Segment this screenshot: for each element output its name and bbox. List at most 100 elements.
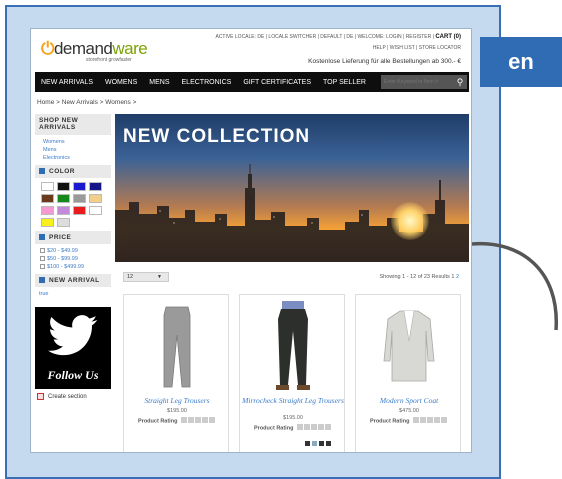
product-card[interactable]: Mirrocheck Straight Leg Trousers $195.00… [239, 294, 346, 452]
star-icon [187, 417, 194, 423]
color-swatch[interactable] [73, 194, 86, 203]
hero-banner[interactable]: NEW COLLECTION [115, 114, 469, 262]
checkbox[interactable] [40, 248, 45, 254]
page-1[interactable]: 1 [451, 274, 454, 280]
shipping-note: Kostenlose Lieferung für alle Bestellung… [308, 58, 461, 65]
create-section-label: Create section [48, 393, 87, 400]
star-icon [208, 417, 215, 423]
star-icon [440, 417, 447, 423]
tagline: storefront growfaster [86, 57, 132, 63]
logo-prefix: demand [53, 39, 113, 58]
nav-new-arrivals[interactable]: NEW ARRIVALS [35, 79, 99, 86]
color-swatch[interactable] [57, 182, 70, 191]
price-heading[interactable]: PRICE [35, 231, 111, 244]
grey-trousers-image [163, 306, 191, 388]
language-badge[interactable]: en [480, 37, 562, 87]
nav-gift-certificates[interactable]: GIFT CERTIFICATES [237, 79, 317, 86]
utility-links[interactable]: ACTIVE LOCALE: DE | LOCALE SWITCHER | DE… [215, 34, 461, 40]
page-2-link[interactable]: 2 [456, 274, 459, 280]
color-swatch[interactable] [57, 206, 70, 215]
rating-stars [180, 417, 216, 425]
product-name[interactable]: Modern Sport Coat [356, 397, 462, 405]
sidebar-link-mens[interactable]: Mens [35, 146, 111, 154]
search-input[interactable] [381, 75, 453, 89]
star-icon [180, 417, 187, 423]
product-swatch-dots [305, 441, 331, 446]
items-per-page-value: 12 [127, 274, 134, 280]
rating-stars [296, 424, 332, 432]
new-arrival-heading-label: NEW ARRIVAL [49, 277, 100, 284]
brand-logo[interactable]: ⏻demandware [41, 39, 148, 59]
sunset-glow [391, 202, 429, 240]
color-heading[interactable]: COLOR [35, 165, 111, 178]
collapse-icon[interactable] [39, 168, 45, 175]
shop-new-arrivals-heading: SHOP NEW ARRIVALS [35, 114, 111, 135]
swatch-dot[interactable] [305, 441, 310, 446]
cart-link[interactable]: CART (0) [435, 34, 461, 40]
color-swatch[interactable] [89, 194, 102, 203]
product-price: $195.00 [283, 415, 303, 421]
create-section-link[interactable]: Create section [35, 389, 111, 404]
main-nav: NEW ARRIVALS WOMENS MENS ELECTRONICS GIF… [35, 72, 469, 92]
items-per-page-select[interactable]: 12 ▼ [123, 272, 169, 282]
color-swatch[interactable] [41, 182, 54, 191]
twitter-bird-icon [48, 315, 98, 356]
swatch-dot[interactable] [312, 441, 317, 446]
nav-electronics[interactable]: ELECTRONICS [176, 79, 238, 86]
new-arrival-link[interactable]: true [35, 287, 111, 301]
product-name[interactable]: Mirrocheck Straight Leg Trousers [240, 397, 346, 405]
color-swatch[interactable] [41, 218, 54, 227]
search-icon[interactable]: ⚲ [453, 75, 467, 89]
logo-suffix: ware [112, 39, 148, 58]
rating-label: Product Rating [370, 418, 410, 425]
sport-coat-image [383, 310, 435, 382]
help-links[interactable]: HELP | WISH LIST | STORE LOCATOR [373, 45, 461, 51]
nav-womens[interactable]: WOMENS [99, 79, 143, 86]
color-swatches [35, 178, 111, 231]
price-filter-50-99[interactable]: $50 - $99.99 [35, 255, 111, 263]
checkbox[interactable] [40, 264, 45, 270]
star-icon [303, 424, 310, 430]
color-swatch[interactable] [57, 194, 70, 203]
twitter-banner[interactable]: Follow Us [35, 307, 111, 389]
sidebar-link-womens[interactable]: Womens [35, 138, 111, 146]
rating-label: Product Rating [138, 418, 178, 425]
results-summary: Showing 1 - 12 of 23 Results 1 2 [379, 274, 459, 280]
star-icon [317, 424, 324, 430]
breadcrumb[interactable]: Home > New Arrivals > Womens > [37, 99, 136, 106]
product-card[interactable]: Modern Sport Coat $475.00 Product Rating [355, 294, 462, 452]
color-swatch[interactable] [57, 218, 70, 227]
nav-mens[interactable]: MENS [143, 79, 175, 86]
product-rating: Product Rating [356, 417, 462, 425]
sidebar: SHOP NEW ARRIVALS Womens Mens Electronic… [35, 114, 111, 404]
rating-label: Product Rating [254, 425, 294, 432]
collapse-icon[interactable] [39, 277, 45, 284]
swatch-dot[interactable] [326, 441, 331, 446]
swatch-dot[interactable] [319, 441, 324, 446]
product-card[interactable]: Straight Leg Trousers $195.00 Product Ra… [123, 294, 230, 452]
checkbox[interactable] [40, 256, 45, 262]
color-swatch[interactable] [41, 194, 54, 203]
color-swatch[interactable] [73, 182, 86, 191]
chevron-down-icon: ▼ [157, 274, 162, 280]
price-filter-20-49[interactable]: $20 - $49.99 [35, 247, 111, 255]
color-swatch[interactable] [73, 206, 86, 215]
star-icon [426, 417, 433, 423]
price-filter-100-499[interactable]: $100 - $499.99 [35, 263, 111, 271]
color-swatch[interactable] [41, 206, 54, 215]
create-section-icon [37, 393, 44, 400]
collapse-icon[interactable] [39, 234, 45, 241]
nav-top-seller[interactable]: TOP SELLER [317, 79, 372, 86]
star-icon [433, 417, 440, 423]
color-swatch[interactable] [89, 182, 102, 191]
utility-links-text[interactable]: ACTIVE LOCALE: DE | LOCALE SWITCHER | DE… [215, 34, 433, 40]
product-rating: Product Rating [124, 417, 230, 425]
sidebar-link-electronics[interactable]: Electronics [35, 154, 111, 162]
product-name[interactable]: Straight Leg Trousers [124, 397, 230, 405]
price-label: $20 - $49.99 [47, 248, 78, 254]
star-icon [419, 417, 426, 423]
price-label: $100 - $499.99 [47, 264, 85, 270]
color-swatch[interactable] [89, 206, 102, 215]
price-label: $50 - $99.99 [47, 256, 78, 262]
new-arrival-heading[interactable]: NEW ARRIVAL [35, 274, 111, 287]
